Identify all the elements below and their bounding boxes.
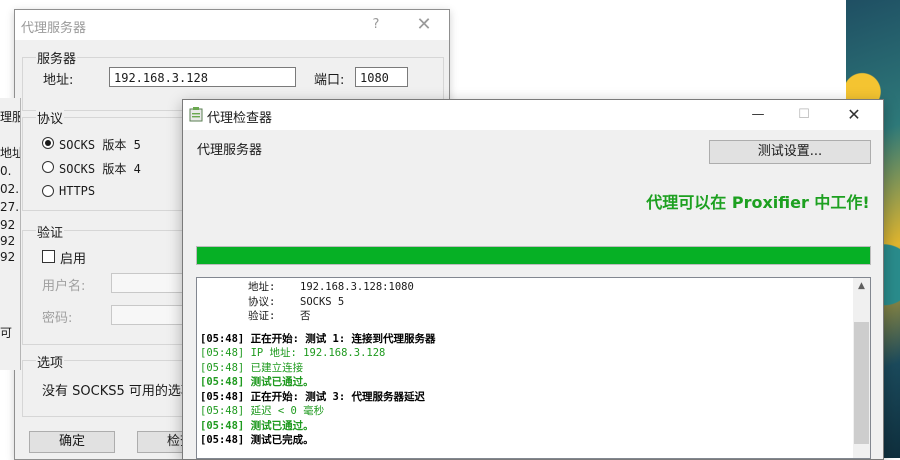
port-label: 端口: [314,73,345,88]
password-input[interactable] [111,305,191,325]
fragment-text: 可 [0,326,13,340]
fragment-text: 地址 [0,146,20,160]
log-line: [05:48] 测试已通过。 [200,419,314,432]
log-line: [05:48] 正在开始: 测试 1: 连接到代理服务器 [200,332,436,345]
socks4-label[interactable]: SOCKS 版本 4 [59,160,141,177]
log-line: [05:48] 测试已通过。 [200,376,314,388]
fragment-text: 理服 [0,110,20,124]
log-info-row: 地址: 192.168.3.128:1080 [200,280,850,295]
log-spacer [200,324,850,332]
close-button[interactable]: ✕ [413,14,435,36]
username-input[interactable] [111,273,191,293]
log-info-value: 192.168.3.128:1080 [300,281,414,293]
protocol-group-title: 协议 [36,108,65,127]
test-log[interactable]: 地址: 192.168.3.128:1080 协议: SOCKS 5 验证: 否 [0… [196,277,871,459]
test-progress-fill [197,247,870,264]
partial-background-window: 理服 地址 0. 02. 27. 92 92 92 可 [0,98,21,370]
port-input[interactable]: 1080 [355,67,408,87]
log-content: 地址: 192.168.3.128:1080 协议: SOCKS 5 验证: 否 [0… [200,280,850,448]
username-label: 用户名: [42,279,86,294]
options-group-title: 选项 [36,352,65,371]
log-info-row: 协议: SOCKS 5 [200,295,850,310]
address-input[interactable]: 192.168.3.128 [109,67,296,87]
log-info-key: 验证: [248,310,276,322]
scroll-up-arrow-icon[interactable]: ▲ [853,278,870,295]
password-label: 密码: [42,311,73,326]
checker-close-button[interactable]: ✕ [831,100,877,130]
server-group-title: 服务器 [36,48,78,67]
proxy-dialog-titlebar: 代理服务器 ? ✕ [15,10,449,40]
log-info-row: 验证: 否 [200,309,850,324]
socks5-radio[interactable] [42,137,54,149]
proxy-dialog-title: 代理服务器 [21,21,87,36]
maximize-button[interactable]: ☐ [781,100,827,130]
fragment-text: 92 [0,234,16,248]
socks5-label[interactable]: SOCKS 版本 5 [59,136,141,153]
log-scrollbar[interactable]: ▲ [853,278,870,458]
log-info-key: 协议: [248,295,276,308]
result-message: 代理可以在 Proxifier 中工作! [646,193,870,212]
auth-group-title: 验证 [36,222,65,241]
https-radio[interactable] [42,185,54,197]
socks4-radio[interactable] [42,161,54,173]
fragment-text: 27. [0,200,20,214]
log-line: [05:48] 测试已完成。 [200,434,314,446]
help-button[interactable]: ? [365,15,387,35]
log-info-key: 地址: [248,281,276,293]
https-label[interactable]: HTTPS [59,184,95,198]
enable-auth-checkbox[interactable] [42,250,55,263]
proxy-checker-window: 代理检查器 — ☐ ✕ 代理服务器 测试设置... 代理可以在 Proxifie… [182,99,884,460]
minimize-button[interactable]: — [735,100,781,130]
fragment-text: 02. [0,182,20,196]
checker-title: 代理检查器 [207,111,273,126]
proxy-server-section-label: 代理服务器 [197,143,263,158]
fragment-text: 92 [0,250,16,264]
test-progress-bar [196,246,871,265]
log-line: [05:48] 已建立连接 [200,361,304,374]
fragment-text: 0. [0,164,12,178]
log-line: [05:48] IP 地址: 192.168.3.128 [200,347,386,359]
enable-auth-label[interactable]: 启用 [60,248,86,267]
test-settings-button[interactable]: 测试设置... [709,140,871,164]
options-text: 没有 SOCKS5 可用的选项 [42,384,194,399]
log-info-value: SOCKS 5 [300,295,345,308]
log-line: [05:48] 延迟 < 0 毫秒 [200,405,325,417]
fragment-text: 92 [0,218,16,232]
scroll-thumb[interactable] [854,322,869,444]
checker-titlebar: 代理检查器 — ☐ ✕ [183,100,883,130]
ok-button[interactable]: 确定 [29,431,115,453]
proxy-checker-app-icon [189,107,203,122]
log-info-value: 否 [300,310,311,322]
address-label: 地址: [43,73,74,88]
log-line: [05:48] 正在开始: 测试 3: 代理服务器延迟 [200,390,426,403]
